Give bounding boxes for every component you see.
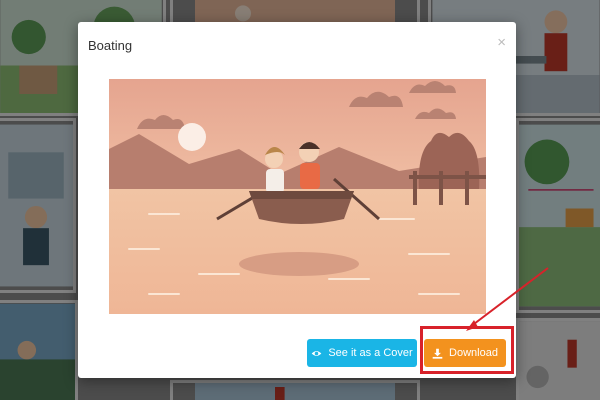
image-modal: Boating × See it as a Cover Download (78, 22, 516, 378)
see-as-cover-button[interactable]: See it as a Cover (307, 339, 417, 367)
modal-title: Boating (88, 38, 133, 53)
preview-image (109, 79, 486, 314)
see-as-cover-label: See it as a Cover (328, 347, 413, 359)
close-button[interactable]: × (497, 35, 506, 50)
eye-icon (312, 350, 322, 356)
download-highlight-box (420, 326, 514, 374)
